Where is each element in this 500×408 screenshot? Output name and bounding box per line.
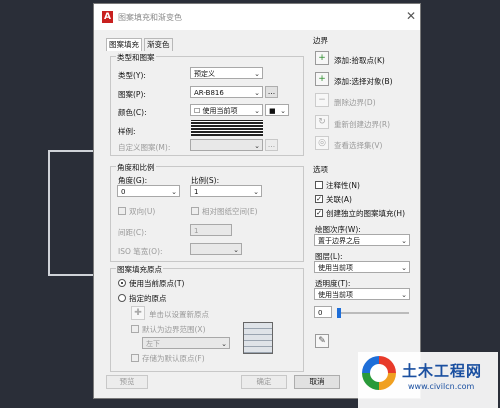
color-swatch-icon: ■ (269, 107, 276, 115)
draw-order-select[interactable]: 置于边界之后 ⌄ (314, 234, 410, 246)
spacing-label: 间距(C): (118, 228, 147, 237)
chevron-down-icon: ⌄ (401, 291, 407, 299)
specified-origin-radio[interactable] (118, 294, 126, 302)
relative-paperspace-label: 相对图纸空间(E) (202, 207, 258, 216)
color-label: 颜色(C): (118, 108, 147, 117)
preview-button[interactable]: 预览 (106, 375, 148, 389)
chevron-down-icon: ⌄ (280, 107, 286, 115)
type-value: 预定义 (194, 70, 215, 78)
origin-position-value: 左下 (146, 340, 160, 348)
double-checkbox[interactable] (118, 207, 126, 215)
custom-pattern-label: 自定义图案(M): (118, 143, 171, 152)
origin-preview-image (243, 322, 273, 354)
add-select-objects-icon[interactable]: + (315, 72, 329, 86)
transparency-slider[interactable] (337, 312, 409, 314)
layer-select[interactable]: 使用当前项 ⌄ (314, 261, 410, 273)
draw-order-value: 置于边界之后 (318, 237, 360, 245)
iso-pen-label: ISO 笔宽(O): (118, 247, 163, 256)
angle-select[interactable]: 0 ⌄ (117, 185, 180, 197)
watermark-title: 土木工程网 (402, 362, 483, 380)
use-current-origin-radio[interactable] (118, 279, 126, 287)
chevron-down-icon: ⌄ (401, 237, 407, 245)
angle-value: 0 (121, 188, 126, 196)
pattern-value: AR-B816 (194, 89, 224, 97)
transparency-slider-thumb[interactable] (337, 308, 341, 318)
chevron-down-icon: ⌄ (254, 70, 260, 78)
associative-checkbox[interactable]: ✓ (315, 195, 323, 203)
relative-paperspace-checkbox[interactable] (191, 207, 199, 215)
custom-pattern-select[interactable]: ⌄ (190, 139, 263, 151)
hatch-sample-swatch[interactable] (191, 120, 263, 136)
color-select[interactable]: ☐ 使用当前项 ⌄ (190, 104, 263, 116)
type-select[interactable]: 预定义 ⌄ (190, 67, 263, 79)
remove-boundary-icon[interactable]: − (315, 93, 329, 107)
add-pick-points-icon[interactable]: + (315, 51, 329, 65)
chevron-down-icon: ⌄ (221, 340, 227, 348)
civilcn-logo-icon (362, 356, 396, 390)
angle-scale-heading: 角度和比例 (116, 162, 156, 173)
double-label: 双向(U) (129, 207, 156, 216)
pattern-browse-button[interactable]: ... (265, 86, 278, 98)
chevron-down-icon: ⌄ (254, 89, 260, 97)
dialog-title: 图案填充和渐变色 (118, 13, 182, 22)
view-selections-label[interactable]: 查看选择集(V) (334, 140, 382, 151)
iso-pen-select[interactable]: ⌄ (190, 243, 242, 255)
ok-button[interactable]: 确定 (241, 375, 287, 389)
title-bar: A 图案填充和渐变色 ✕ (94, 4, 420, 30)
layer-value: 使用当前项 (318, 264, 353, 272)
annotative-checkbox[interactable] (315, 181, 323, 189)
chevron-down-icon: ⌄ (254, 142, 260, 150)
store-default-label: 存储为默认原点(F) (142, 354, 205, 363)
associative-label: 关联(A) (326, 195, 352, 204)
close-icon[interactable]: ✕ (406, 9, 416, 23)
chevron-down-icon: ⌄ (253, 188, 259, 196)
tab-gradient[interactable]: 渐变色 (144, 38, 173, 51)
default-boundary-checkbox[interactable] (131, 325, 139, 333)
origin-position-select[interactable]: 左下 ⌄ (142, 337, 230, 349)
chevron-down-icon: ⌄ (171, 188, 177, 196)
specified-origin-label: 指定的原点 (129, 294, 167, 303)
annotative-label: 注释性(N) (326, 181, 360, 190)
click-set-origin-label: 单击以设置新原点 (149, 310, 209, 319)
watermark-url: www.civilcn.com (408, 382, 475, 391)
cancel-button[interactable]: 取消 (294, 375, 340, 389)
set-origin-icon[interactable]: ✚ (131, 306, 145, 320)
transparency-value: 使用当前项 (318, 291, 353, 299)
sample-label: 样例: (118, 127, 136, 136)
separate-hatches-label: 创建独立的图案填充(H) (326, 209, 405, 218)
color-value: ☐ 使用当前项 (194, 107, 238, 115)
tab-hatch[interactable]: 图案填充 (106, 38, 142, 51)
type-pattern-heading: 类型和图案 (116, 52, 156, 63)
recreate-boundary-label[interactable]: 重新创建边界(R) (334, 119, 390, 130)
pattern-label: 图案(P): (118, 90, 146, 99)
remove-boundary-label[interactable]: 删除边界(D) (334, 97, 376, 108)
chevron-down-icon: ⌄ (401, 264, 407, 272)
chevron-down-icon: ⌄ (233, 246, 239, 254)
add-pick-points-label[interactable]: 添加:拾取点(K) (334, 55, 385, 66)
recreate-boundary-icon[interactable]: ↻ (315, 115, 329, 129)
use-current-origin-label: 使用当前原点(T) (129, 279, 185, 288)
separate-hatches-checkbox[interactable]: ✓ (315, 209, 323, 217)
view-selections-icon[interactable]: ◎ (315, 136, 329, 150)
transparency-number-input[interactable]: 0 (314, 306, 332, 318)
add-select-objects-label[interactable]: 添加:选择对象(B) (334, 76, 393, 87)
custom-pattern-browse-button[interactable]: ... (265, 139, 278, 151)
type-label: 类型(Y): (118, 71, 146, 80)
boundary-heading: 边界 (313, 36, 328, 45)
chevron-down-icon: ⌄ (254, 107, 260, 115)
pattern-select[interactable]: AR-B816 ⌄ (190, 86, 263, 98)
inherit-properties-icon[interactable]: ✎ (315, 334, 329, 348)
autocad-app-icon: A (102, 11, 113, 23)
spacing-input[interactable]: 1 (190, 224, 232, 236)
background-color-select[interactable]: ■ ⌄ (265, 104, 289, 116)
hatch-gradient-dialog: A 图案填充和渐变色 ✕ 图案填充 渐变色 类型和图案 类型(Y): 预定义 ⌄ … (93, 3, 421, 399)
default-boundary-label: 默认为边界范围(X) (142, 325, 206, 334)
store-default-checkbox[interactable] (131, 354, 139, 362)
origin-heading: 图案填充原点 (116, 264, 163, 275)
scale-value: 1 (194, 188, 199, 196)
scale-select[interactable]: 1 ⌄ (190, 185, 262, 197)
transparency-select[interactable]: 使用当前项 ⌄ (314, 288, 410, 300)
options-heading: 选项 (313, 165, 328, 174)
watermark: 土木工程网 www.civilcn.com (358, 352, 498, 408)
